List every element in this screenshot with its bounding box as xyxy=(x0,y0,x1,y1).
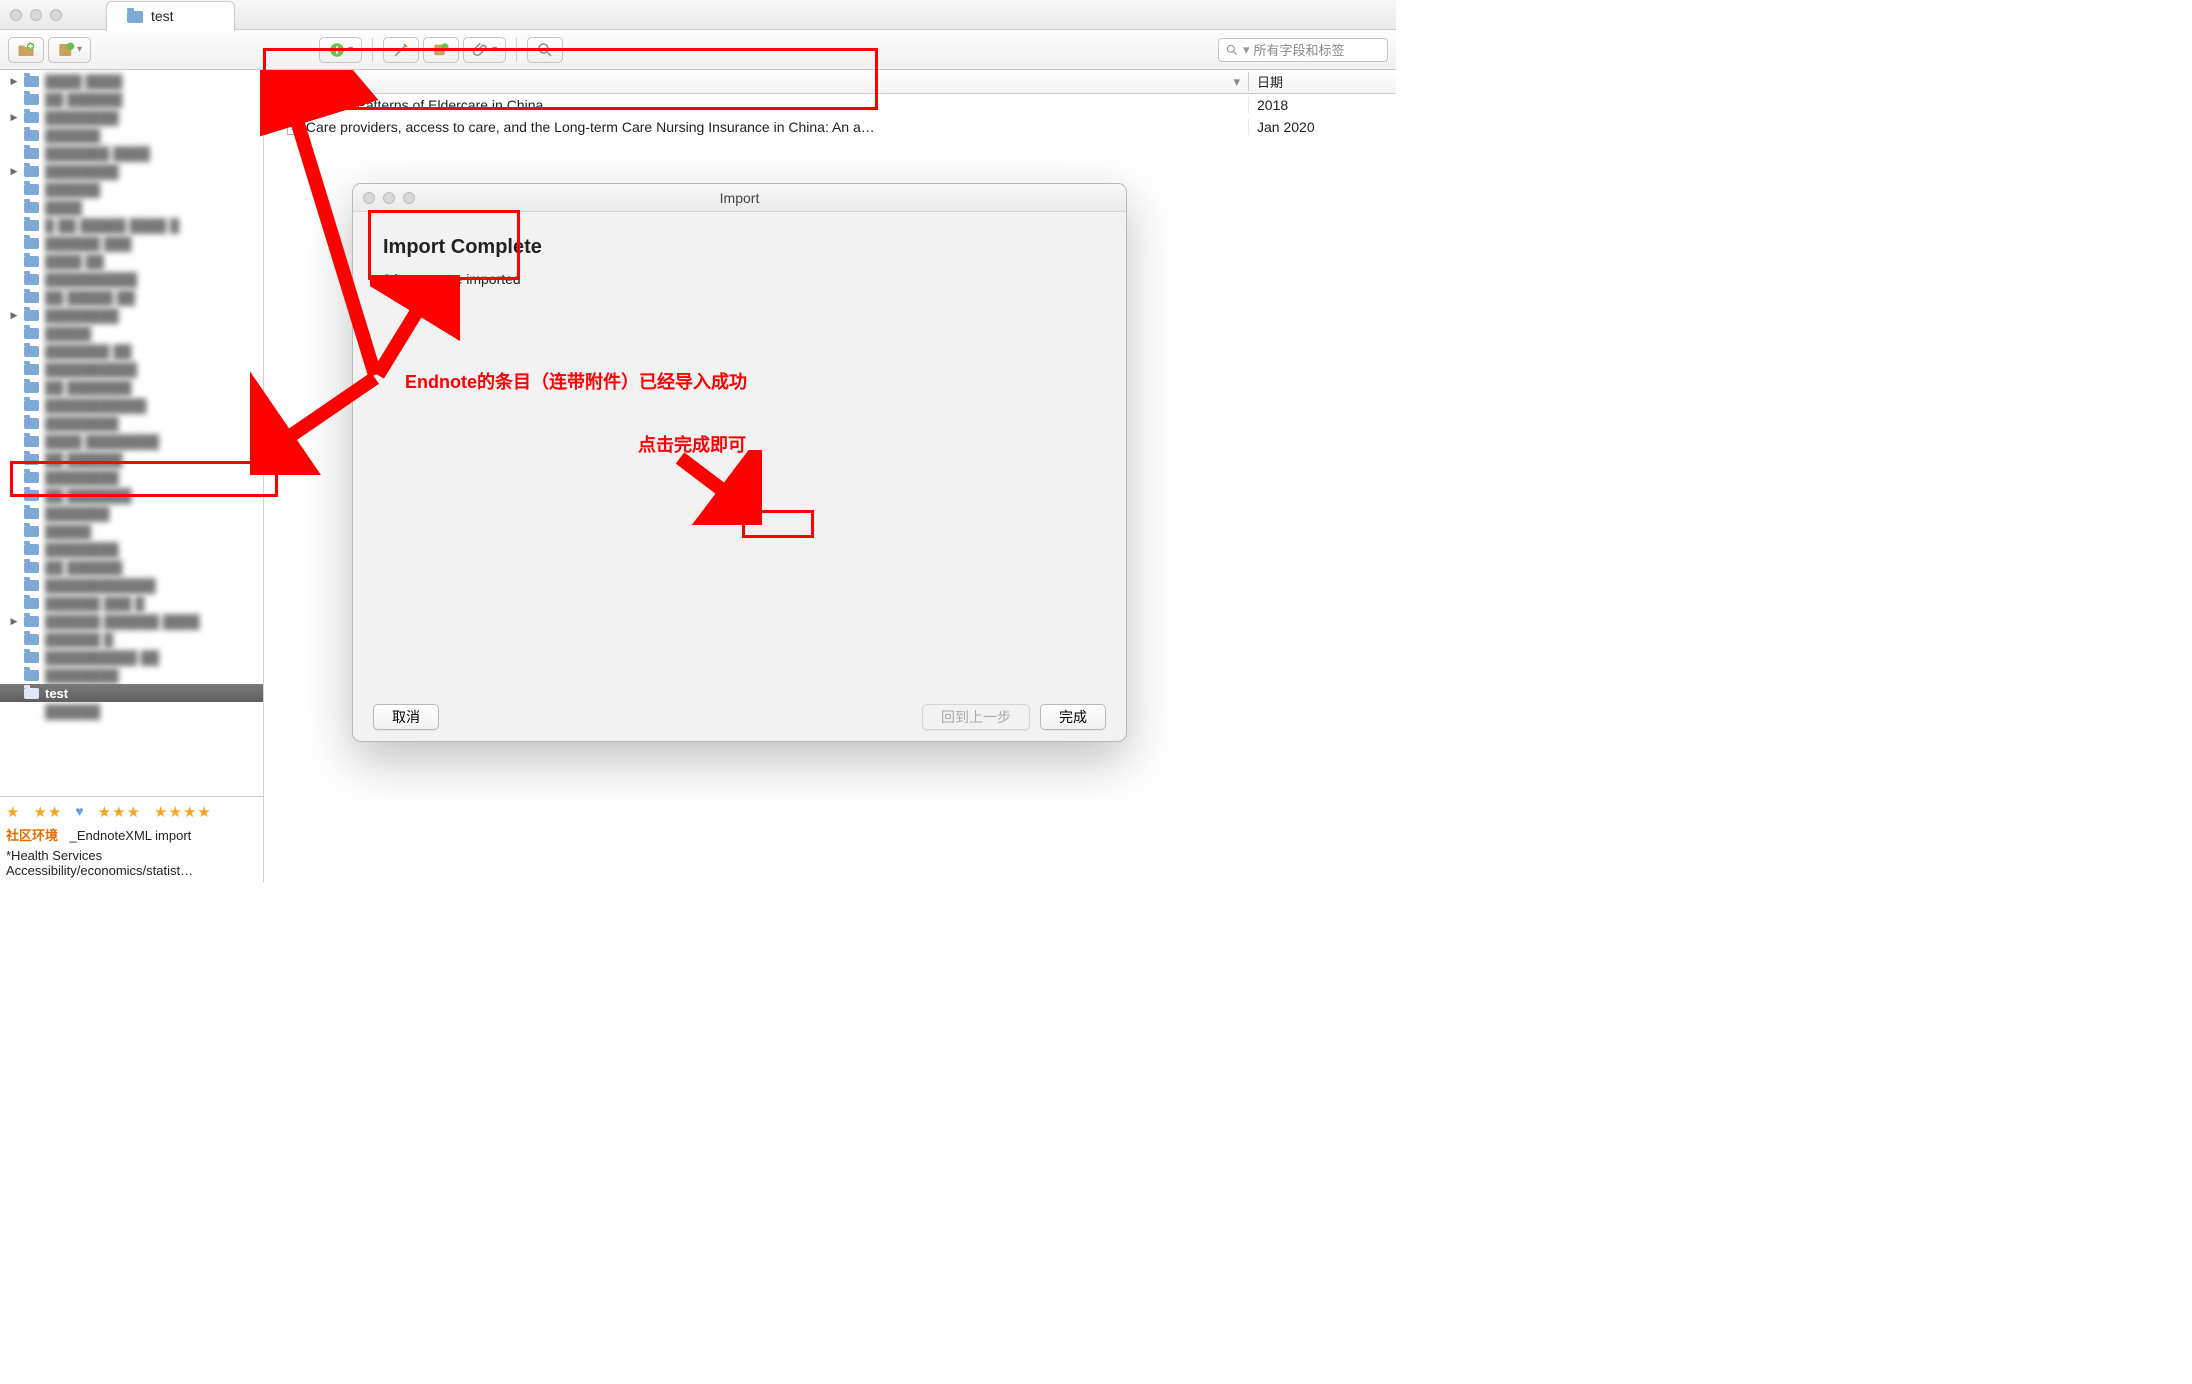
retrieve-metadata-button[interactable] xyxy=(423,37,459,63)
search-input[interactable]: ▾ 所有字段和标签 xyxy=(1218,38,1388,62)
advanced-search-button[interactable] xyxy=(527,37,563,63)
column-header[interactable]: 标题 ▾ 日期 xyxy=(264,70,1396,94)
item-row[interactable]: ▶ Gender Patterns of Eldercare in China … xyxy=(264,94,1396,116)
disclosure-icon[interactable]: ▶ xyxy=(274,121,281,132)
dialog-subtext: 2 items were imported xyxy=(383,271,1096,287)
tag-text[interactable]: _EndnoteXML import xyxy=(70,828,192,843)
sort-arrow-icon: ▾ xyxy=(1233,74,1240,90)
dialog-close-icon[interactable] xyxy=(363,192,375,204)
import-dialog: Import Import Complete 2 items were impo… xyxy=(352,183,1127,742)
done-button[interactable]: 完成 xyxy=(1040,704,1106,730)
sidebar-item-test[interactable]: test xyxy=(0,684,263,702)
dialog-title-text: Import xyxy=(720,190,760,206)
window-tab[interactable]: test xyxy=(106,1,235,31)
item-title: Gender Patterns of Eldercare in China xyxy=(306,97,543,113)
dialog-minimize-icon[interactable] xyxy=(383,192,395,204)
dialog-titlebar: Import xyxy=(353,184,1126,212)
minimize-icon[interactable] xyxy=(30,9,42,21)
folder-icon xyxy=(127,11,143,23)
item-row[interactable]: ▶ Care providers, access to care, and th… xyxy=(264,116,1396,138)
cancel-button[interactable]: 取消 xyxy=(373,704,439,730)
back-button: 回到上一步 xyxy=(922,704,1030,730)
col-date-label: 日期 xyxy=(1248,72,1396,91)
item-date: 2018 xyxy=(1248,97,1396,113)
new-item-button[interactable]: ▾ xyxy=(319,37,362,63)
tag-selector[interactable]: ★ ★★ ♥ ★★★ ★★★★ 社区环境 _EndnoteXML import … xyxy=(0,797,263,882)
dialog-zoom-icon[interactable] xyxy=(403,192,415,204)
tag-orange[interactable]: 社区环境 xyxy=(6,828,58,843)
new-library-button[interactable]: ▾ xyxy=(48,37,91,63)
wand-button[interactable] xyxy=(383,37,419,63)
attachment-button[interactable]: ▾ xyxy=(463,37,506,63)
titlebar: test xyxy=(0,0,1396,30)
sidebar-item-label: test xyxy=(45,686,68,701)
item-title: Care providers, access to care, and the … xyxy=(306,119,875,135)
collection-tree[interactable]: ▶████ ████ ██ ██████ ▶████████ ██████ ██… xyxy=(0,70,263,793)
zoom-icon[interactable] xyxy=(50,9,62,21)
item-date: Jan 2020 xyxy=(1248,119,1396,135)
col-title-label: 标题 xyxy=(274,72,300,91)
tag-text-2[interactable]: *Health Services Accessibility/economics… xyxy=(6,848,257,878)
dialog-heading: Import Complete xyxy=(383,236,1096,259)
tab-title: test xyxy=(151,8,174,24)
search-placeholder: 所有字段和标签 xyxy=(1254,40,1345,59)
close-icon[interactable] xyxy=(10,9,22,21)
document-icon xyxy=(287,97,300,113)
new-collection-button[interactable] xyxy=(8,37,44,63)
traffic-lights xyxy=(10,9,62,21)
toolbar: ▾ ▾ ▾ ▾ 所有字段和标签 xyxy=(0,30,1396,70)
disclosure-icon[interactable]: ▶ xyxy=(274,99,281,110)
document-icon xyxy=(287,119,300,135)
search-wrap: ▾ 所有字段和标签 xyxy=(567,38,1388,62)
sidebar: ▶████ ████ ██ ██████ ▶████████ ██████ ██… xyxy=(0,70,264,882)
search-icon xyxy=(1225,43,1239,57)
